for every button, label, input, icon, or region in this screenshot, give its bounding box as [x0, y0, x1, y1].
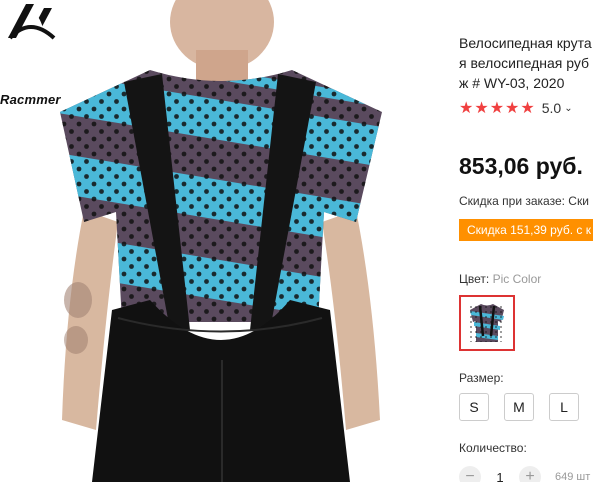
stock-count: 649 шт — [555, 471, 591, 482]
swatch-thumbnail — [470, 304, 504, 342]
size-selector: S M L — [459, 393, 579, 421]
brand-logo-icon — [8, 4, 56, 40]
product-info-panel: Велосипедная крута я велосипедная руб ж … — [459, 0, 593, 482]
color-label: Цвет: — [459, 272, 490, 286]
rating-value: 5.0 — [541, 100, 562, 116]
product-image — [60, 0, 382, 482]
color-value: Pic Color — [492, 272, 542, 286]
quantity-input[interactable]: 1 — [495, 470, 505, 482]
star-rating-icon: ★★★★★ — [459, 100, 536, 117]
size-label: Размер: — [459, 371, 504, 385]
quantity-plus-button[interactable]: + — [519, 466, 541, 482]
size-option-m[interactable]: M — [504, 393, 534, 421]
product-photo: Racmmer — [0, 0, 440, 482]
product-price: 853,06 руб. — [459, 153, 583, 179]
product-title-line-3: ж # WY-03, 2020 — [459, 75, 565, 91]
chevron-down-icon[interactable]: ⌄ — [564, 103, 572, 114]
quantity-stepper: − 1 + 649 шт — [459, 466, 590, 482]
product-title[interactable]: Велосипедная крута я велосипедная руб ж … — [459, 33, 593, 93]
size-option-s[interactable]: S — [459, 393, 489, 421]
promo-text: Скидка при заказе: Ски — [459, 194, 589, 208]
color-swatch-selected[interactable] — [459, 295, 515, 351]
product-title-line-2: я велосипедная руб — [459, 55, 590, 71]
rating[interactable]: ★★★★★ 5.0 ⌄ — [459, 99, 573, 117]
color-label-row: Цвет: Pic Color — [459, 272, 541, 286]
quantity-minus-button[interactable]: − — [459, 466, 481, 482]
size-option-l[interactable]: L — [549, 393, 579, 421]
quantity-label: Количество: — [459, 441, 527, 455]
brand-logo-text: Racmmer — [0, 92, 61, 107]
product-title-line-1: Велосипедная крута — [459, 35, 592, 51]
promo-badge[interactable]: Скидка 151,39 руб. с к — [459, 219, 593, 241]
